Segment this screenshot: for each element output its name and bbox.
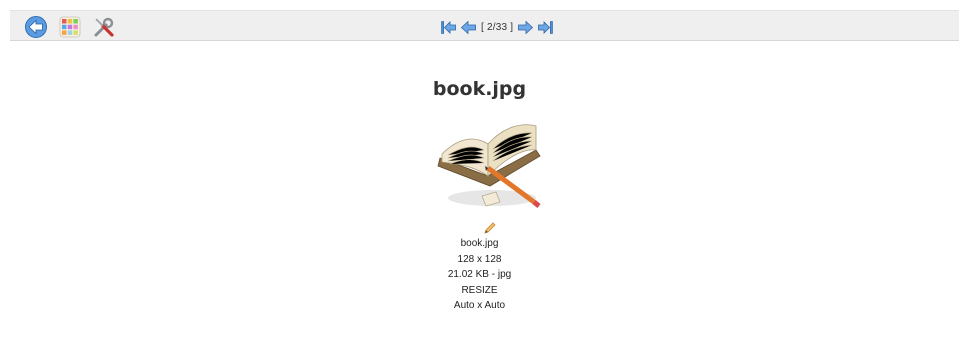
book-image-thumbnail[interactable] [436, 110, 546, 216]
color-palette-icon[interactable] [57, 14, 83, 40]
image-dimensions: 128 x 128 [457, 253, 502, 265]
back-arrow-icon[interactable] [23, 14, 49, 40]
image-filename: book.jpg [460, 238, 499, 249]
tools-wrench-screwdriver-icon[interactable] [91, 14, 117, 40]
page-counter: [ 2/33 ] [481, 21, 514, 33]
image-info: book.jpg 128 x 128 21.02 KB - jpg RESIZE… [0, 236, 959, 314]
top-toolbar: [ 2/33 ] [10, 10, 959, 41]
pager: [ 2/33 ] [440, 18, 554, 36]
first-page-icon[interactable] [440, 19, 457, 36]
edit-pencil-icon[interactable] [482, 220, 498, 236]
last-page-icon[interactable] [537, 19, 554, 36]
resize-link[interactable]: RESIZE [0, 283, 959, 299]
resize-value: Auto x Auto [453, 300, 506, 311]
previous-page-icon[interactable] [460, 19, 477, 36]
image-size-type: 21.02 KB - jpg [447, 269, 512, 280]
image-title: book.jpg [432, 78, 527, 100]
next-page-icon[interactable] [517, 19, 534, 36]
